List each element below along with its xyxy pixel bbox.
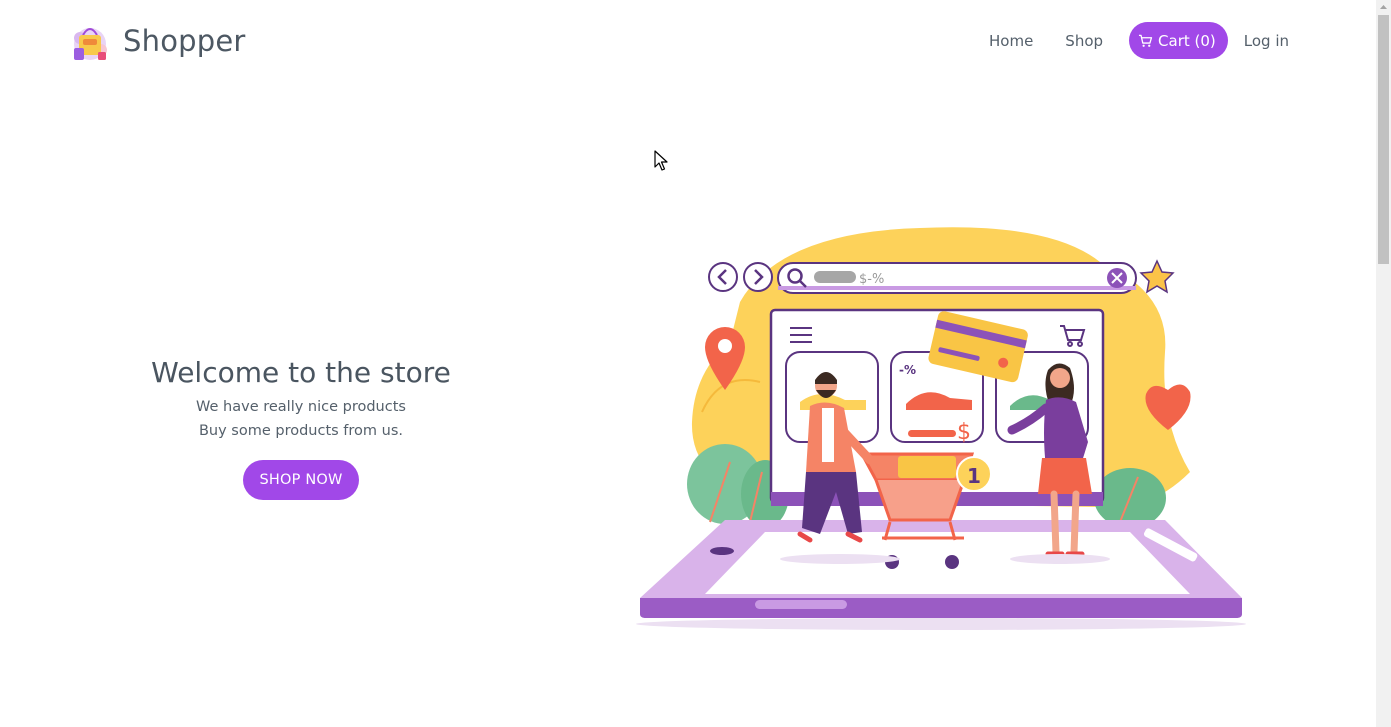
- star-icon: [1139, 259, 1175, 294]
- hero-subtitle-line-1: We have really nice products: [196, 399, 406, 415]
- navbar: Shopper Home Shop Cart (0) Log in: [0, 0, 1376, 84]
- cart-button[interactable]: Cart (0): [1129, 22, 1228, 59]
- shopping-bag-logo-icon: [74, 28, 107, 60]
- hero-title: Welcome to the store: [151, 356, 451, 389]
- discount-tag: -%: [899, 363, 916, 377]
- plant-right: [1094, 468, 1166, 528]
- hero-subtitle-line-2: Buy some products from us.: [198, 423, 404, 439]
- nav-home-link[interactable]: Home: [989, 24, 1033, 58]
- close-icon: [1107, 268, 1127, 288]
- mouse-cursor-icon: [654, 150, 668, 171]
- scroll-up-arrow-icon[interactable]: [1376, 0, 1391, 14]
- nav-login-link[interactable]: Log in: [1244, 24, 1289, 58]
- hero-section: Welcome to the store We have really nice…: [140, 356, 462, 500]
- cart-label: Cart (0): [1158, 31, 1216, 50]
- price-symbol: $: [957, 420, 971, 445]
- search-bar-text: $-%: [859, 272, 884, 287]
- hero-illustration: -% $ $-% 1: [636, 227, 1246, 630]
- main-nav: Home Shop Cart (0) Log in: [989, 22, 1289, 59]
- cart-icon: [1138, 34, 1153, 47]
- brand-name: Shopper: [123, 24, 246, 58]
- vertical-scrollbar[interactable]: [1376, 0, 1391, 727]
- scrollbar-thumb[interactable]: [1378, 15, 1389, 264]
- shop-now-button[interactable]: SHOP NOW: [243, 460, 359, 500]
- cart-count-badge: 1: [967, 464, 981, 488]
- nav-shop-link[interactable]: Shop: [1065, 24, 1103, 58]
- brand-link[interactable]: Shopper: [70, 20, 246, 62]
